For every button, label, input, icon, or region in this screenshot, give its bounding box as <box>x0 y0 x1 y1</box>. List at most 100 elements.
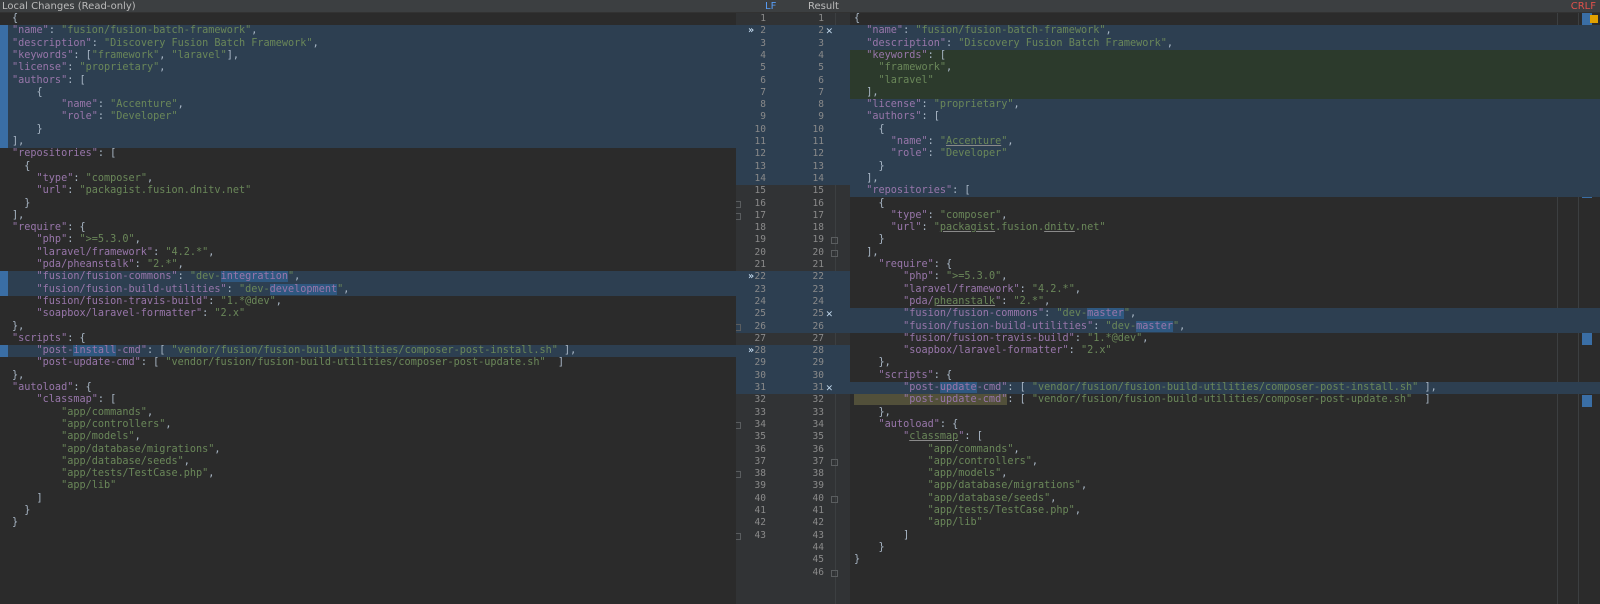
code-line[interactable]: "repositories": [ <box>0 148 736 161</box>
code-line[interactable]: "name": "fusion/fusion-batch-framework", <box>0 25 736 38</box>
code-line[interactable]: ] <box>0 493 736 506</box>
code-line[interactable]: "framework", <box>850 62 1600 75</box>
fold-toggle-icon[interactable] <box>831 569 838 577</box>
code-line[interactable]: "description": "Discovery Fusion Batch F… <box>850 38 1600 51</box>
diff-gutter[interactable]: 1 2 3 4 5 6 7 8 9 10 11 12 13 14 15 16 17 18 19 20 21 22 23 24 2… <box>736 13 850 604</box>
code-line[interactable]: "php": ">=5.3.0", <box>0 234 736 247</box>
code-line[interactable]: "app/tests/TestCase.php", <box>850 505 1600 518</box>
code-line[interactable]: "license": "proprietary", <box>850 99 1600 112</box>
fold-toggle-icon[interactable] <box>831 458 838 466</box>
code-line[interactable]: "license": "proprietary", <box>0 62 736 75</box>
code-line[interactable]: "post-update-cmd": [ "vendor/fusion/fusi… <box>0 357 736 370</box>
fold-toggle-icon[interactable] <box>736 471 741 479</box>
code-line[interactable]: "require": { <box>0 222 736 235</box>
code-line[interactable]: "post-update-cmd": [ "vendor/fusion/fusi… <box>850 394 1600 407</box>
fold-toggle-icon[interactable] <box>831 237 838 245</box>
code-line[interactable]: "app/database/seeds", <box>850 493 1600 506</box>
result-editor[interactable]: { "name": "fusion/fusion-batch-framework… <box>850 13 1600 604</box>
code-line[interactable]: "laravel/framework": "4.2.*", <box>0 247 736 260</box>
code-line[interactable]: } <box>850 542 1600 555</box>
fold-toggle-icon[interactable] <box>736 212 741 220</box>
local-changes-editor[interactable]: {"name": "fusion/fusion-batch-framework"… <box>0 13 736 604</box>
code-line[interactable]: "app/database/seeds", <box>0 456 736 469</box>
code-line[interactable]: }, <box>850 357 1600 370</box>
code-line[interactable]: "soapbox/laravel-formatter": "2.x" <box>0 308 736 321</box>
code-line[interactable]: "pda/pheanstalk": "2.*", <box>0 259 736 272</box>
fold-toggle-icon[interactable] <box>736 323 741 331</box>
code-line[interactable]: "authors": [ <box>0 75 736 88</box>
code-line[interactable]: }, <box>850 407 1600 420</box>
code-line[interactable]: "app/commands", <box>850 444 1600 457</box>
code-line[interactable]: "name": "fusion/fusion-batch-framework", <box>850 25 1600 38</box>
apply-change-arrow-icon[interactable]: » <box>748 345 754 358</box>
code-line[interactable]: "scripts": { <box>0 333 736 346</box>
code-line[interactable]: "app/database/migrations", <box>0 444 736 457</box>
code-line[interactable]: "fusion/fusion-travis-build": "1.*@dev", <box>850 333 1600 346</box>
code-line[interactable]: "fusion/fusion-commons": "dev-master", <box>850 308 1600 321</box>
code-line[interactable]: ], <box>850 247 1600 260</box>
code-line[interactable]: "description": "Discovery Fusion Batch F… <box>0 38 736 51</box>
code-line[interactable]: "classmap": [ <box>0 394 736 407</box>
code-line[interactable]: "fusion/fusion-build-utilities": "dev-ma… <box>850 320 1600 334</box>
code-line[interactable]: "app/lib" <box>0 480 736 493</box>
apply-change-arrow-icon[interactable]: » <box>748 25 754 38</box>
apply-change-arrow-icon[interactable]: » <box>748 271 754 284</box>
code-line[interactable]: "laravel/framework": "4.2.*", <box>850 284 1600 297</box>
code-line[interactable]: "authors": [ <box>850 111 1600 124</box>
code-line[interactable]: "keywords": [ <box>850 50 1600 63</box>
code-line[interactable]: }, <box>0 321 736 334</box>
code-line[interactable]: "soapbox/laravel-formatter": "2.x" <box>850 345 1600 358</box>
code-line[interactable]: "php": ">=5.3.0", <box>850 271 1600 284</box>
code-line[interactable]: ], <box>0 210 736 223</box>
code-line[interactable]: } <box>850 554 1600 567</box>
code-line[interactable]: { <box>850 13 1600 26</box>
code-line[interactable] <box>0 530 736 543</box>
code-line[interactable]: ], <box>850 173 1600 186</box>
code-line[interactable]: "app/models", <box>0 431 736 444</box>
code-line[interactable]: "classmap": [ <box>850 431 1600 444</box>
code-line[interactable]: "url": "packagist.fusion.dnitv.net" <box>850 222 1600 235</box>
ignore-change-icon[interactable]: ✕ <box>826 308 833 321</box>
code-line[interactable]: "app/models", <box>850 468 1600 481</box>
code-line[interactable]: "post-install-cmd": [ "vendor/fusion/fus… <box>0 345 736 358</box>
code-line[interactable]: { <box>850 198 1600 211</box>
code-line[interactable]: "app/commands", <box>0 407 736 420</box>
code-line[interactable]: "app/controllers", <box>0 419 736 432</box>
code-line[interactable]: "keywords": ["framework", "laravel"], <box>0 50 736 63</box>
code-line[interactable]: } <box>0 505 736 518</box>
code-line[interactable]: "app/controllers", <box>850 456 1600 469</box>
code-line[interactable]: "role": "Developer" <box>0 111 736 124</box>
code-line[interactable]: "fusion/fusion-build-utilities": "dev-de… <box>0 283 736 297</box>
code-line[interactable]: "pda/pheanstalk": "2.*", <box>850 296 1600 309</box>
code-line[interactable] <box>850 567 1600 580</box>
fold-toggle-icon[interactable] <box>736 421 741 429</box>
ignore-change-icon[interactable]: ✕ <box>826 25 833 38</box>
line-separator-crlf[interactable]: CRLF <box>1571 0 1596 13</box>
code-line[interactable]: { <box>0 13 736 26</box>
code-line[interactable]: "autoload": { <box>850 419 1600 432</box>
ignore-change-icon[interactable]: ✕ <box>826 381 833 395</box>
code-line[interactable]: { <box>0 87 736 100</box>
code-line[interactable]: ], <box>850 87 1600 100</box>
code-line[interactable]: "app/tests/TestCase.php", <box>0 468 736 481</box>
code-line[interactable]: } <box>850 234 1600 247</box>
fold-toggle-icon[interactable] <box>736 532 741 540</box>
code-line[interactable]: "post-update-cmd": [ "vendor/fusion/fusi… <box>850 382 1600 395</box>
code-line[interactable]: "app/lib" <box>850 517 1600 530</box>
line-separator-lf[interactable]: LF <box>765 0 776 13</box>
fold-toggle-icon[interactable] <box>736 200 741 208</box>
code-line[interactable]: } <box>0 124 736 137</box>
code-line[interactable]: ], <box>0 136 736 149</box>
code-line[interactable]: "name": "Accenture", <box>850 136 1600 149</box>
code-line[interactable]: "app/database/migrations", <box>850 480 1600 493</box>
code-line[interactable]: "fusion/fusion-travis-build": "1.*@dev", <box>0 296 736 309</box>
fold-toggle-icon[interactable] <box>831 249 838 257</box>
code-line[interactable]: } <box>0 517 736 530</box>
code-line[interactable]: "role": "Developer" <box>850 148 1600 161</box>
code-line[interactable]: "repositories": [ <box>850 185 1600 198</box>
code-line[interactable]: "type": "composer", <box>850 210 1600 223</box>
code-line[interactable]: "laravel" <box>850 75 1600 88</box>
code-line[interactable]: { <box>850 124 1600 137</box>
code-line[interactable]: { <box>0 161 736 174</box>
code-line[interactable]: "name": "Accenture", <box>0 99 736 112</box>
